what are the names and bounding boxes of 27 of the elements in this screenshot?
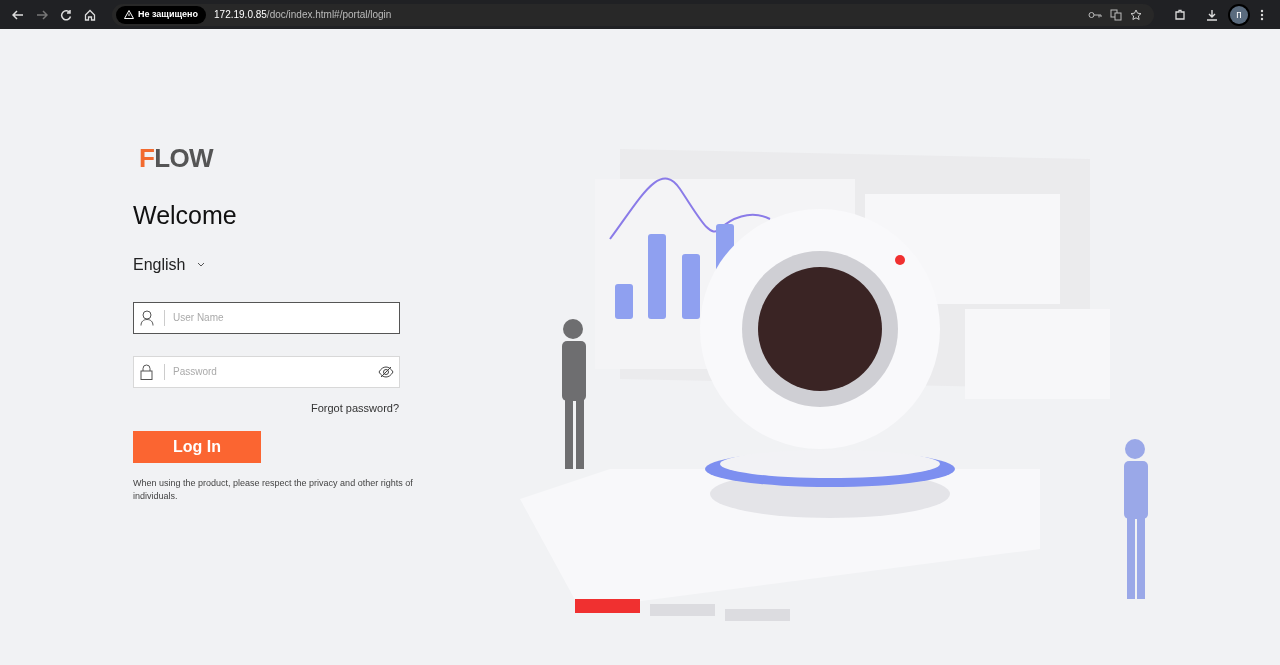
back-icon[interactable] [12,8,24,21]
flow-logo: FLOW [139,145,215,171]
home-icon[interactable] [84,8,96,21]
profile-avatar[interactable]: п [1230,5,1248,24]
warning-icon [124,10,134,19]
username-field[interactable]: User Name [133,301,400,334]
key-icon[interactable] [1088,10,1102,19]
privacy-notice: When using the product, please respect the privacy and other rights of individuals. [133,477,414,503]
reload-icon[interactable] [60,8,72,21]
download-icon[interactable] [1206,8,1218,21]
menu-icon[interactable] [1260,8,1264,21]
extensions-icon[interactable] [1174,8,1186,21]
security-chip[interactable]: Не защищено [116,5,207,24]
language-select[interactable]: English [133,252,206,277]
star-icon[interactable] [1130,8,1142,21]
password-field[interactable]: Password [133,355,400,388]
url-text: 172.19.0.85/doc/index.html#/portal/login [214,8,392,22]
user-icon [140,309,154,326]
forward-icon[interactable] [36,8,48,21]
address-bar[interactable]: Не защищено 172.19.0.85/doc/index.html#/portal/login [112,3,1154,26]
translate-icon[interactable] [1110,8,1122,21]
forgot-password-link[interactable]: Forgot password? [311,399,400,416]
hide-password-icon[interactable] [378,365,394,378]
welcome-heading: Welcome [133,200,238,231]
security-label: Не защищено [138,7,199,21]
lock-icon [140,363,153,380]
chevron-down-icon [197,262,206,267]
